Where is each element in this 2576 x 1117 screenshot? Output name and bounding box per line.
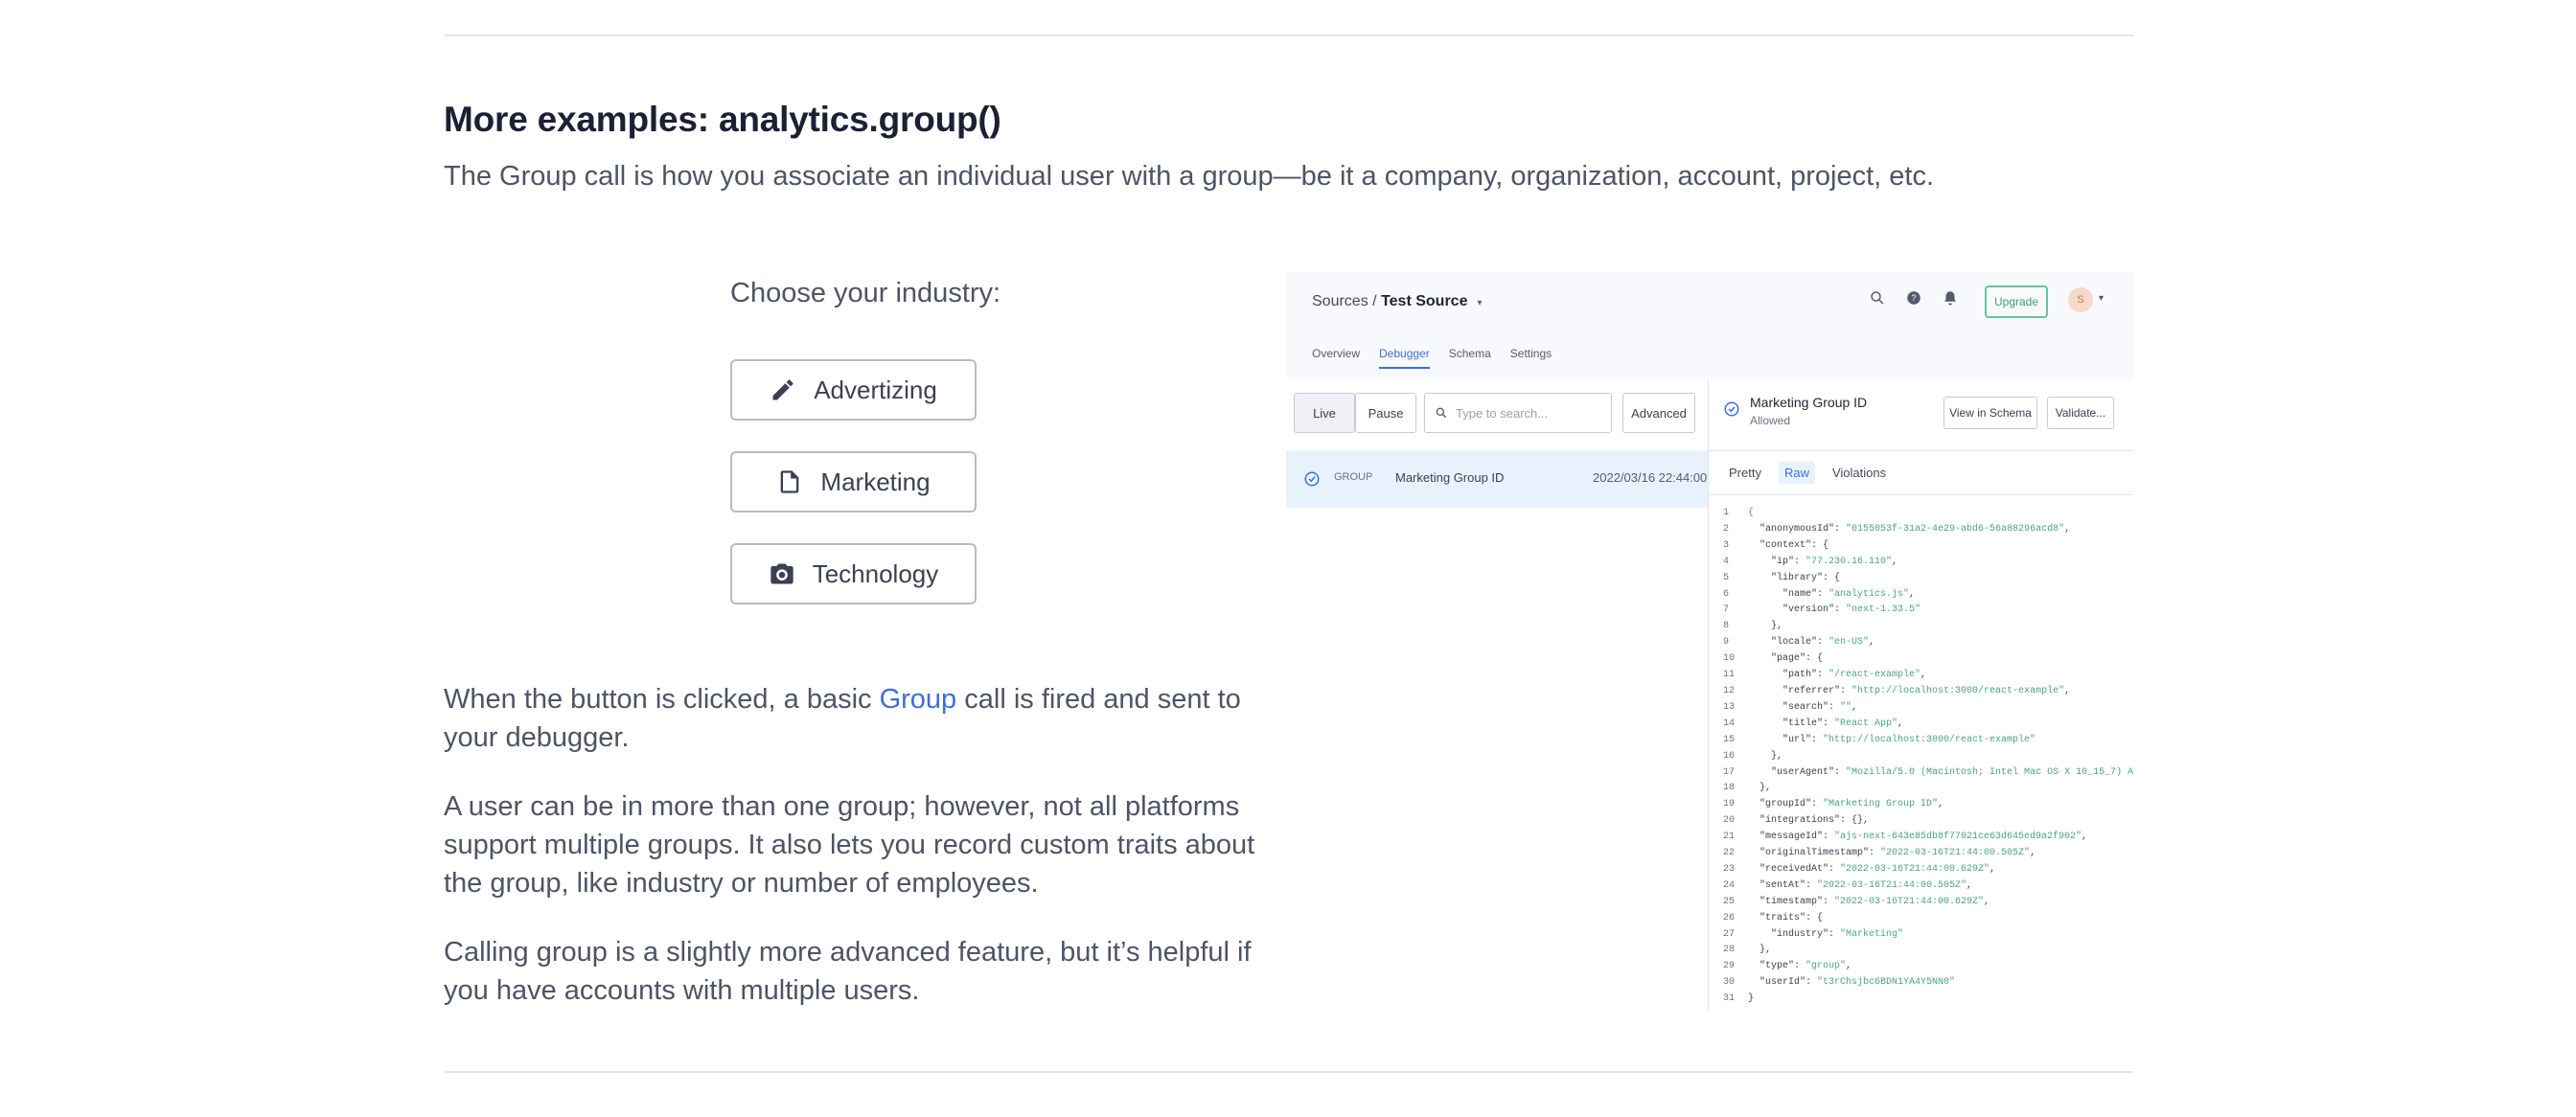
breadcrumb: Sources / Test Source ▾ (1312, 293, 1483, 309)
check-circle-icon (1304, 471, 1320, 487)
advanced-button: Advanced (1622, 393, 1695, 433)
chevron-down-icon: ▾ (1477, 298, 1483, 308)
code-divider (1709, 494, 2133, 495)
code-line: 9 "locale": "en-US", (1723, 637, 1875, 649)
advertizing-label: Advertizing (814, 375, 937, 404)
tab-overview: Overview (1312, 347, 1361, 360)
document-icon (781, 470, 799, 493)
event-search-input: Type to search... (1424, 393, 1612, 433)
code-line: 24 "sentAt": "2022-03-16T21:44:00.505Z", (1723, 879, 1973, 891)
paragraph-group-call: When the button is clicked, a basic Grou… (444, 684, 1241, 753)
svg-text:?: ? (1911, 293, 1916, 303)
code-line: 3 "context": { (1723, 539, 1829, 551)
help-icon: ? (1907, 291, 1920, 305)
code-line: 2 "anonymousId": "0155053f-31a2-4e29-abd… (1723, 523, 2071, 535)
code-line: 8 }, (1723, 621, 1783, 632)
pane-divider (1708, 379, 1709, 1010)
code-line: 17 "userAgent": "Mozilla/5.0 (Macintosh;… (1723, 766, 2133, 778)
tab-schema: Schema (1448, 347, 1491, 360)
pause-button: Pause (1355, 393, 1416, 433)
code-line: 27 "industry": "Marketing" (1723, 928, 1904, 940)
avatar: S (2068, 287, 2093, 312)
code-line: 7 "version": "next-1.33.5" (1723, 604, 1921, 616)
pencil-icon (772, 379, 794, 400)
camera-icon (770, 563, 794, 584)
code-line: 25 "timestamp": "2022-03-16T21:44:00.629… (1723, 896, 1990, 907)
header-icons: ? (1869, 289, 1959, 307)
code-line: 4 "ip": "77.230.16.110", (1723, 556, 1898, 567)
tab-settings: Settings (1509, 347, 1552, 360)
tab-raw: Raw (1778, 462, 1815, 484)
debugger-screenshot: Sources / Test Source ▾ ? Upgrade S ▾ Ove… (1286, 272, 2133, 1010)
code-line: 19 "groupId": "Marketing Group ID", (1723, 799, 1944, 810)
code-line: 20 "integrations": {}, (1723, 815, 1870, 827)
code-line: 16 }, (1723, 750, 1783, 762)
event-status: Allowed (1750, 414, 1791, 427)
bottom-divider (445, 1071, 2133, 1073)
code-line: 29 "type": "group", (1723, 961, 1852, 972)
code-line: 21 "messageId": "ajs-next-643e85db8f7702… (1723, 832, 2088, 843)
group-link[interactable]: Group (880, 684, 957, 715)
source-tabs: Overview Debugger Schema Settings (1312, 347, 1552, 369)
choose-industry-label: Choose your industry: (730, 278, 1001, 308)
technology-button[interactable]: Technology (730, 543, 977, 604)
paragraph-advanced-feature: Calling group is a slightly more advance… (444, 937, 1252, 1006)
search-icon (1436, 407, 1447, 419)
code-line: 26 "traits": { (1723, 912, 1824, 923)
check-circle-icon (1724, 401, 1739, 417)
search-icon (1871, 291, 1884, 305)
detail-divider (1709, 450, 2133, 451)
live-button: Live (1294, 393, 1355, 433)
chevron-down-icon: ▾ (2099, 293, 2104, 304)
top-divider (445, 34, 2133, 36)
event-detail-title: Marketing Group ID (1750, 395, 1868, 410)
section-heading: More examples: analytics.group() (444, 100, 1001, 139)
code-line: 11 "path": "/react-example", (1723, 670, 1927, 681)
tab-pretty: Pretty (1729, 466, 1761, 480)
technology-label: Technology (812, 558, 939, 588)
marketing-button[interactable]: Marketing (730, 451, 977, 513)
intro-text: The Group call is how you associate an i… (444, 161, 1935, 192)
event-row: GROUP Marketing Group ID 2022/03/16 22:4… (1286, 450, 1708, 508)
paragraph-multiple-groups: A user can be in more than one group; ho… (444, 791, 1255, 899)
format-tabs: Pretty Raw Violations (1723, 462, 1892, 484)
validate-button: Validate... (2047, 397, 2114, 429)
upgrade-button: Upgrade (1985, 285, 2048, 318)
event-name: Marketing Group ID (1395, 470, 1505, 485)
code-line: 28 }, (1723, 945, 1772, 956)
event-timestamp: 2022/03/16 22:44:00 (1593, 470, 1708, 485)
code-line: 15 "url": "http://localhost:3000/react-e… (1723, 734, 2036, 745)
code-line: 10 "page": { (1723, 653, 1824, 665)
tab-debugger: Debugger (1379, 347, 1430, 369)
code-line: 5 "library": { (1723, 572, 1841, 583)
event-type: GROUP (1334, 471, 1373, 483)
code-line: 30 "userId": "t3rChsjbc6BDN1YA4Y5NN0" (1723, 977, 1956, 989)
view-in-schema-button: View in Schema (1944, 397, 2037, 429)
raw-json-code: 1{ 2 "anonymousId": "0155053f-31a2-4e29-a… (1723, 506, 2133, 1008)
tab-violations: Violations (1831, 466, 1887, 480)
advertizing-button[interactable]: Advertizing (730, 359, 977, 421)
bell-icon (1944, 291, 1956, 306)
code-line: 14 "title": "React App", (1723, 718, 1904, 729)
code-line: 13 "search": "", (1723, 701, 1858, 713)
code-line: 1{ (1723, 508, 1755, 518)
code-line: 23 "receivedAt": "2022-03-16T21:44:00.62… (1723, 863, 1996, 875)
code-line: 22 "originalTimestamp": "2022-03-16T21:4… (1723, 848, 2036, 859)
code-line: 6 "name": "analytics.js", (1723, 588, 1916, 600)
marketing-label: Marketing (820, 467, 931, 496)
code-line: 31} (1723, 993, 1755, 1005)
code-line: 18 }, (1723, 783, 1772, 794)
code-line: 12 "referrer": "http://localhost:3000/re… (1723, 685, 2071, 696)
